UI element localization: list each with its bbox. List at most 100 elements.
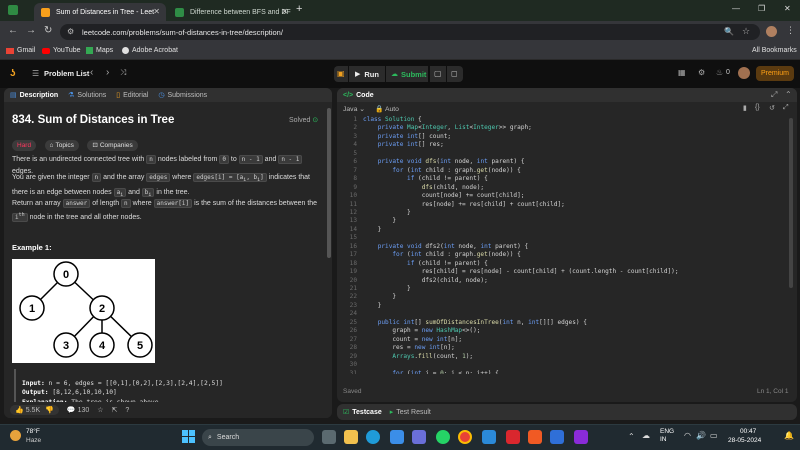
- premium-button[interactable]: Premium: [756, 66, 794, 81]
- streak-icon[interactable]: ♨: [716, 68, 723, 77]
- shuffle-icon[interactable]: ⤨: [120, 68, 126, 78]
- submit-button[interactable]: ☁ Submit: [386, 66, 428, 82]
- vscode-icon[interactable]: [482, 430, 496, 444]
- scrollbar[interactable]: [327, 108, 331, 258]
- forward-icon[interactable]: →: [26, 25, 36, 36]
- tab-submissions[interactable]: ◷ Submissions: [158, 91, 207, 100]
- notification-icon[interactable]: 🔔: [784, 431, 794, 440]
- start-button[interactable]: [182, 430, 196, 444]
- reset-icon[interactable]: ↺: [769, 104, 775, 112]
- minimize-button[interactable]: —: [732, 4, 740, 13]
- code-line[interactable]: count[node] += count[child];: [363, 192, 525, 200]
- thumbs-down-icon[interactable]: 👎: [45, 406, 54, 414]
- companies-chip[interactable]: ⊡ Companies: [87, 139, 138, 151]
- menu-icon[interactable]: ⋮: [786, 25, 795, 36]
- mail-icon[interactable]: [550, 430, 564, 444]
- problem-list-link[interactable]: Problem List: [44, 69, 89, 78]
- new-tab-button[interactable]: +: [296, 3, 302, 15]
- format-icon[interactable]: {}: [755, 104, 760, 111]
- difficulty-chip[interactable]: Hard: [12, 140, 37, 151]
- code-line[interactable]: for (int i = 0; i < n; i++) {: [363, 370, 498, 375]
- taskbar-search[interactable]: ⌕ Search: [202, 429, 314, 446]
- close-window-button[interactable]: ✕: [784, 4, 791, 13]
- maximize-button[interactable]: ❐: [758, 4, 765, 13]
- code-line[interactable]: for (int child : graph.get(node)) {: [363, 167, 520, 175]
- star-icon[interactable]: ☆: [742, 26, 750, 37]
- code-line[interactable]: private void dfs2(int node, int parent) …: [363, 243, 528, 251]
- address-bar[interactable]: ⚙ leetcode.com/problems/sum-of-distances…: [60, 24, 760, 40]
- battery-icon[interactable]: ▭: [710, 431, 718, 440]
- language-indicator[interactable]: ENG IN: [660, 428, 674, 444]
- help-icon[interactable]: ?: [125, 407, 129, 414]
- code-line[interactable]: private int[] count;: [363, 133, 451, 141]
- language-select[interactable]: Java ⌄: [343, 105, 365, 113]
- chrome-icon[interactable]: [458, 430, 472, 444]
- tab-code[interactable]: </> Code: [343, 92, 374, 99]
- code-line[interactable]: res[child] = res[node] - count[child] + …: [363, 268, 679, 276]
- store-icon[interactable]: [390, 430, 404, 444]
- collapse-icon[interactable]: ⌃: [785, 90, 792, 99]
- next-problem-icon[interactable]: ›: [106, 67, 109, 78]
- notepad-icon[interactable]: [412, 430, 426, 444]
- code-line[interactable]: count = new int[n];: [363, 336, 462, 344]
- browser-tab-leetcode[interactable]: Sum of Distances in Tree - Leet ✕: [34, 3, 166, 21]
- tab-testcase[interactable]: ☑ Testcase: [343, 408, 382, 417]
- code-line[interactable]: public int[] sumOfDistancesInTree(int n,…: [363, 319, 587, 327]
- code-line[interactable]: }: [363, 285, 411, 293]
- comments-button[interactable]: 💬 130: [67, 406, 89, 415]
- clock-time[interactable]: 00:47: [740, 428, 756, 435]
- maximize-icon[interactable]: ⤢: [771, 90, 777, 100]
- layout-icon[interactable]: ▦: [678, 68, 686, 77]
- code-line[interactable]: }: [363, 302, 382, 310]
- like-button[interactable]: 👍 5.5K 👎: [10, 405, 59, 415]
- topics-chip[interactable]: ⌂ Topics: [44, 140, 79, 151]
- wifi-icon[interactable]: ◠: [684, 431, 691, 440]
- code-line[interactable]: }: [363, 293, 396, 301]
- reload-icon[interactable]: ↻: [44, 25, 52, 36]
- back-icon[interactable]: ←: [8, 25, 18, 36]
- bookmark-youtube[interactable]: YouTube: [42, 47, 81, 54]
- editor-scrollbar[interactable]: [789, 118, 793, 288]
- close-icon[interactable]: ✕: [153, 7, 160, 16]
- tab-description[interactable]: ▤ Description: [10, 91, 58, 100]
- code-line[interactable]: dfs2(child, node);: [363, 277, 488, 285]
- cloud-icon[interactable]: ☁: [642, 431, 650, 440]
- user-avatar[interactable]: [738, 67, 750, 79]
- profile-avatar[interactable]: [766, 26, 777, 37]
- code-line[interactable]: if (child != parent) {: [363, 260, 488, 268]
- code-line[interactable]: if (child != parent) {: [363, 175, 488, 183]
- bookmark-acrobat[interactable]: Adobe Acrobat: [122, 47, 178, 54]
- clock-date[interactable]: 28-05-2024: [728, 437, 761, 444]
- chevron-up-icon[interactable]: ⌃: [628, 432, 635, 441]
- code-line[interactable]: class Solution {: [363, 116, 422, 124]
- tab-editorial[interactable]: ▯ Editorial: [116, 91, 148, 100]
- feedback-button[interactable]: ◻: [447, 66, 463, 82]
- acrobat-icon[interactable]: [506, 430, 520, 444]
- whatsapp-icon[interactable]: [436, 430, 450, 444]
- code-line[interactable]: res = new int[n];: [363, 344, 454, 352]
- code-line[interactable]: res[node] += res[child] + count[child];: [363, 201, 565, 209]
- run-button[interactable]: ▶ Run: [349, 66, 385, 82]
- star-icon[interactable]: ☆: [97, 406, 103, 414]
- leetcode-logo-icon[interactable]: ʖ: [10, 68, 16, 79]
- prev-problem-icon[interactable]: ‹: [90, 67, 93, 78]
- bookmark-gmail[interactable]: Gmail: [6, 47, 35, 54]
- code-editor[interactable]: 1 class Solution {2 private Map<Integer, …: [337, 116, 797, 374]
- bookmark-icon[interactable]: ▮: [743, 104, 747, 112]
- close-icon[interactable]: ✕: [281, 7, 288, 16]
- bookmark-maps[interactable]: Maps: [86, 47, 113, 54]
- tab-test-result[interactable]: ▸ Test Result: [390, 408, 431, 417]
- code-line[interactable]: private int[] res;: [363, 141, 444, 149]
- code-line[interactable]: dfs(child, node);: [363, 184, 484, 192]
- code-line[interactable]: graph = new HashMap<>();: [363, 327, 480, 335]
- all-bookmarks[interactable]: All Bookmarks: [752, 47, 797, 54]
- auto-save-toggle[interactable]: 🔒 Auto: [375, 105, 399, 113]
- weather-icon[interactable]: [10, 430, 21, 441]
- app-icon[interactable]: [574, 430, 588, 444]
- code-line[interactable]: for (int child : graph.get(node)) {: [363, 251, 520, 259]
- notes-button[interactable]: ▢: [430, 66, 446, 82]
- fullscreen-icon[interactable]: ⤢: [783, 104, 789, 112]
- share-icon[interactable]: ⇱: [112, 406, 118, 414]
- debug-button[interactable]: ▣: [334, 66, 348, 82]
- file-explorer-icon[interactable]: [344, 430, 358, 444]
